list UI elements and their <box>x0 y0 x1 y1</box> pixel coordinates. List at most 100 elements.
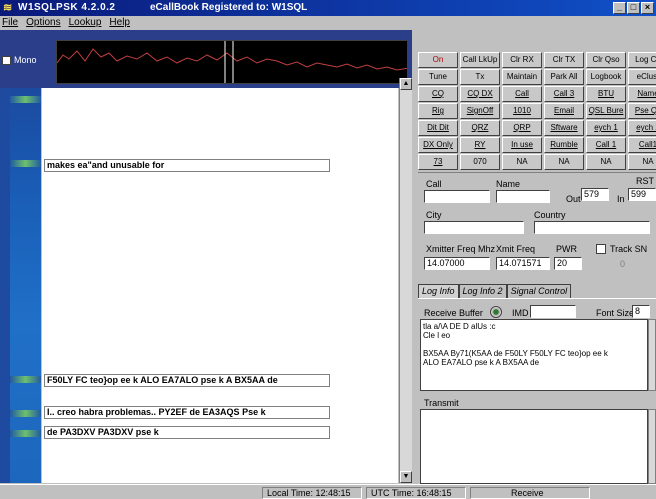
macro-button[interactable]: Rumble <box>544 137 584 153</box>
pwr-input[interactable]: 20 <box>554 257 582 270</box>
transmit-label: Transmit <box>424 398 459 408</box>
local-time: Local Time: 12:48:15 <box>262 487 362 499</box>
font-size-input[interactable]: 8 <box>632 305 650 318</box>
city-input[interactable] <box>424 221 524 234</box>
waterfall-trace <box>10 376 41 383</box>
font-size-label: Font Size <box>596 308 635 318</box>
transmit-scrollbar[interactable] <box>648 409 656 484</box>
scroll-up-icon[interactable]: ▲ <box>400 78 412 90</box>
transmit-text-area[interactable] <box>420 409 648 484</box>
tab-log-info-2[interactable]: Log Info 2 <box>458 284 507 298</box>
xmitter-freq-label: Xmitter Freq Mhz <box>426 244 496 254</box>
tx-button[interactable]: Tx <box>460 69 500 85</box>
logbook-button[interactable]: Logbook <box>586 69 626 85</box>
receive-line <box>423 340 645 349</box>
macro-button[interactable]: CQ DX <box>460 86 500 102</box>
waterfall-display[interactable] <box>10 88 41 483</box>
macro-button[interactable]: QRP <box>502 120 542 136</box>
spectrum-trace <box>57 41 407 83</box>
xmit-freq-input[interactable]: 14.071571 <box>496 257 550 270</box>
macro-button[interactable]: QRZ <box>460 120 500 136</box>
info-tabs: Log Info Log Info 2 Signal Control <box>418 284 572 298</box>
clear-tx-button[interactable]: Clr TX <box>544 52 584 68</box>
macro-button[interactable]: QSL Bure <box>586 103 626 119</box>
clear-rx-button[interactable]: Clr RX <box>502 52 542 68</box>
macro-button[interactable]: NA <box>502 154 542 170</box>
macro-button[interactable]: 1010 <box>502 103 542 119</box>
macro-button[interactable]: NA <box>544 154 584 170</box>
name-label: Name <box>496 179 521 189</box>
macro-button[interactable]: NA <box>628 154 656 170</box>
left-gutter <box>0 88 10 483</box>
clear-qso-button[interactable]: Clr Qso <box>586 52 626 68</box>
waterfall-trace <box>10 160 41 167</box>
tab-signal-control[interactable]: Signal Control <box>506 284 572 298</box>
park-all-button[interactable]: Park All <box>544 69 584 85</box>
spectrum-display[interactable] <box>56 40 408 84</box>
menu-bar: File Options Lookup Help <box>0 16 656 30</box>
macro-button[interactable]: NA <box>586 154 626 170</box>
track-sn-label: Track SN <box>610 244 648 254</box>
app-icon[interactable]: ≋ <box>3 2 15 14</box>
macro-button[interactable]: 73 <box>418 154 458 170</box>
scroll-down-icon[interactable]: ▼ <box>400 471 412 483</box>
mono-check-box[interactable] <box>2 55 11 65</box>
macro-button[interactable]: Call 3 <box>544 86 584 102</box>
country-input[interactable] <box>534 221 650 234</box>
macro-button[interactable]: In use <box>502 137 542 153</box>
macro-button[interactable]: Email <box>544 103 584 119</box>
call-input[interactable] <box>424 190 490 203</box>
imd-input[interactable] <box>530 305 576 318</box>
receive-buffer-label: Receive Buffer <box>424 308 483 318</box>
call-label: Call <box>426 179 442 189</box>
registration-text: eCallBook Registered to: W1SQL <box>150 2 308 13</box>
macro-button[interactable]: Call1 <box>628 137 656 153</box>
receive-buffer-scrollbar[interactable] <box>648 319 656 391</box>
receive-buffer[interactable]: tla a/\A DE D alUs :c Cle l eo BX5AA By7… <box>420 319 648 391</box>
close-button[interactable]: × <box>641 2 654 14</box>
macro-button[interactable]: SignOff <box>460 103 500 119</box>
macro-button[interactable]: 070 <box>460 154 500 170</box>
rst-in-input[interactable]: 599 <box>628 188 656 201</box>
maintain-button[interactable]: Maintain <box>502 69 542 85</box>
menu-help[interactable]: Help <box>109 16 130 30</box>
macro-button[interactable]: Call 1 <box>586 137 626 153</box>
call-lookup-button[interactable]: Call LkUp <box>460 52 500 68</box>
tune-button[interactable]: Tune <box>418 69 458 85</box>
macro-button[interactable]: eych 1 <box>586 120 626 136</box>
ecluster-button[interactable]: eClust <box>628 69 656 85</box>
menu-lookup[interactable]: Lookup <box>69 16 102 30</box>
on-button[interactable]: On <box>418 52 458 68</box>
receive-scrollbar[interactable]: ▲ ▼ <box>399 78 412 483</box>
maximize-button[interactable]: □ <box>627 2 640 14</box>
rst-in-label: In <box>617 194 625 204</box>
macro-button[interactable]: BTU <box>586 86 626 102</box>
macro-button[interactable]: Rig <box>418 103 458 119</box>
mono-checkbox[interactable]: Mono <box>2 55 37 65</box>
macro-button[interactable]: Dit Dit <box>418 120 458 136</box>
log-contact-button[interactable]: Log Co <box>628 52 656 68</box>
tab-log-info[interactable]: Log Info <box>418 284 459 298</box>
receive-line: Cle l eo <box>423 331 451 340</box>
macro-button[interactable]: eych 2 <box>628 120 656 136</box>
menu-options[interactable]: Options <box>26 16 60 30</box>
imd-label: IMD <box>512 308 529 318</box>
macro-button[interactable]: Call <box>502 86 542 102</box>
status-bar: Local Time: 12:48:15 UTC Time: 16:48:15 … <box>0 484 656 499</box>
macro-button[interactable]: Name <box>628 86 656 102</box>
track-sn-checkbox[interactable] <box>596 244 606 254</box>
macro-button[interactable]: Pse Qs <box>628 103 656 119</box>
menu-file[interactable]: File <box>2 16 18 30</box>
receive-line: tla a/\A DE D alUs :c <box>423 322 496 331</box>
rst-out-input[interactable]: 579 <box>581 188 609 201</box>
country-label: Country <box>534 210 566 220</box>
receive-text-area[interactable] <box>42 88 398 483</box>
macro-button[interactable]: RY <box>460 137 500 153</box>
macro-button[interactable]: CQ <box>418 86 458 102</box>
minimize-button[interactable]: _ <box>613 2 626 14</box>
name-input[interactable] <box>496 190 550 203</box>
xmitter-freq-input[interactable]: 14.07000 <box>424 257 490 270</box>
macro-button[interactable]: DX Only <box>418 137 458 153</box>
macro-button[interactable]: Sftware <box>544 120 584 136</box>
received-line: makes ea"and unusable for <box>44 159 330 172</box>
